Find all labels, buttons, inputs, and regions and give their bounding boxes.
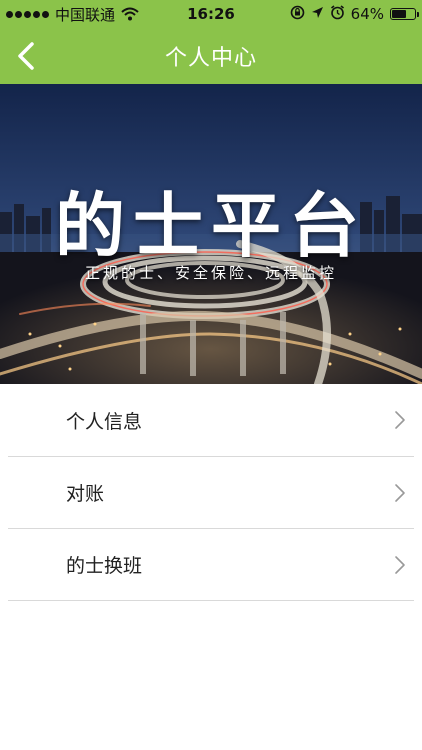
alarm-icon: [330, 4, 345, 24]
navigation-bar: 个人中心: [0, 28, 422, 84]
menu-item-label: 的士换班: [66, 555, 143, 577]
chevron-right-icon: [395, 555, 405, 574]
carrier-name: 中国联通: [55, 5, 116, 24]
status-right: 64%: [290, 4, 419, 24]
banner-subtitle: 正规的士、安全保险、远程监控: [84, 264, 337, 282]
menu-item-shift-change[interactable]: 的士换班: [8, 529, 414, 601]
chevron-right-icon: [395, 483, 405, 502]
back-button[interactable]: [10, 40, 42, 72]
page-title: 个人中心: [164, 46, 257, 71]
location-arrow-icon: [311, 5, 324, 23]
battery-fill: [392, 10, 407, 18]
status-bar: 中国联通 16:26 64%: [0, 0, 422, 28]
chevron-right-icon: [395, 411, 405, 429]
battery-percent: 64%: [350, 5, 384, 23]
menu-item-label: 个人信息: [66, 410, 143, 433]
chevron-left-icon: [18, 42, 34, 70]
battery-icon: [390, 8, 419, 20]
banner-image: 的士平台 正规的士、安全保险、远程监控: [0, 84, 422, 384]
wifi-icon: [121, 7, 139, 21]
menu-item-label: 对账: [66, 483, 105, 505]
rotation-lock-icon: [290, 5, 305, 24]
banner-title: 的士平台: [55, 185, 367, 267]
menu-item-reconciliation[interactable]: 对账: [8, 457, 414, 529]
status-left: 中国联通: [6, 4, 139, 25]
menu-list: 个人信息 对账 的士换班: [0, 384, 422, 601]
signal-strength-icon: [6, 10, 49, 18]
menu-item-personal-info[interactable]: 个人信息: [8, 384, 414, 457]
